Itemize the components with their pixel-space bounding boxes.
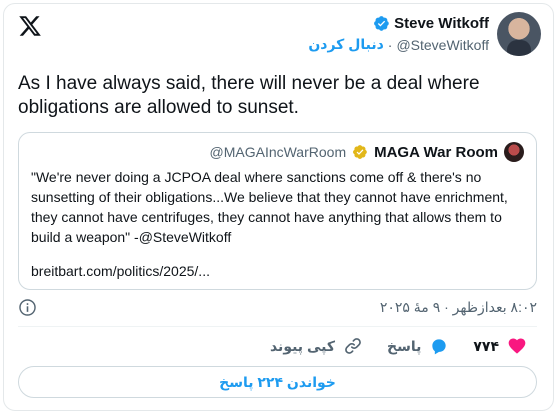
- copy-link-label: کپی پیوند: [269, 337, 335, 354]
- author-block[interactable]: Steve Witkoff دنبال کردن · @SteveWitkoff: [308, 12, 541, 56]
- reply-action[interactable]: پاسخ: [387, 336, 449, 356]
- author-name-row: Steve Witkoff: [308, 12, 489, 34]
- action-bar: ۷۷۴ پاسخ کپی پیوند: [270, 336, 527, 356]
- quoted-display-name: MAGA War Room: [374, 143, 498, 161]
- verified-badge-icon: [374, 15, 389, 31]
- author-handle-row: دنبال کردن · @SteveWitkoff: [308, 36, 489, 53]
- tweet-timestamp[interactable]: ۸:۰۲ بعدازظهر · ۹ مهٔ ۲۰۲۵: [380, 299, 537, 316]
- like-count: ۷۷۴: [473, 337, 499, 354]
- quoted-author: @MAGAIncWarRoom MAGA War Room: [209, 142, 524, 162]
- author-handle[interactable]: @SteveWitkoff: [396, 37, 489, 53]
- info-icon[interactable]: [18, 298, 37, 317]
- separator-dot: ·: [387, 36, 393, 53]
- read-replies-button[interactable]: خواندن ۲۲۴ پاسخ: [18, 366, 537, 398]
- reply-icon: [432, 339, 447, 355]
- author-avatar[interactable]: [497, 12, 541, 56]
- quoted-avatar: [504, 142, 524, 162]
- gold-verified-badge-icon: [353, 145, 367, 159]
- quoted-handle: @MAGAIncWarRoom: [209, 144, 347, 160]
- divider: [18, 326, 537, 327]
- tweet-text: As I have always said, there will never …: [18, 73, 480, 118]
- like-action[interactable]: ۷۷۴: [473, 336, 527, 356]
- reply-label: پاسخ: [386, 337, 422, 354]
- author-text: Steve Witkoff دنبال کردن · @SteveWitkoff: [308, 12, 489, 53]
- info-row: ۸:۰۲ بعدازظهر · ۹ مهٔ ۲۰۲۵: [18, 296, 537, 318]
- quoted-tweet[interactable]: @MAGAIncWarRoom MAGA War Room "We're nev…: [18, 132, 537, 290]
- copy-link-action[interactable]: کپی پیوند: [270, 336, 363, 356]
- quoted-link[interactable]: breitbart.com/politics/2025/...: [31, 263, 210, 279]
- quoted-text: "We're never doing a JCPOA deal where sa…: [31, 169, 508, 245]
- heart-icon: [508, 338, 526, 354]
- follow-button[interactable]: دنبال کردن: [308, 36, 383, 53]
- author-display-name[interactable]: Steve Witkoff: [394, 15, 489, 32]
- link-icon: [345, 338, 361, 354]
- x-logo-icon[interactable]: [18, 14, 42, 38]
